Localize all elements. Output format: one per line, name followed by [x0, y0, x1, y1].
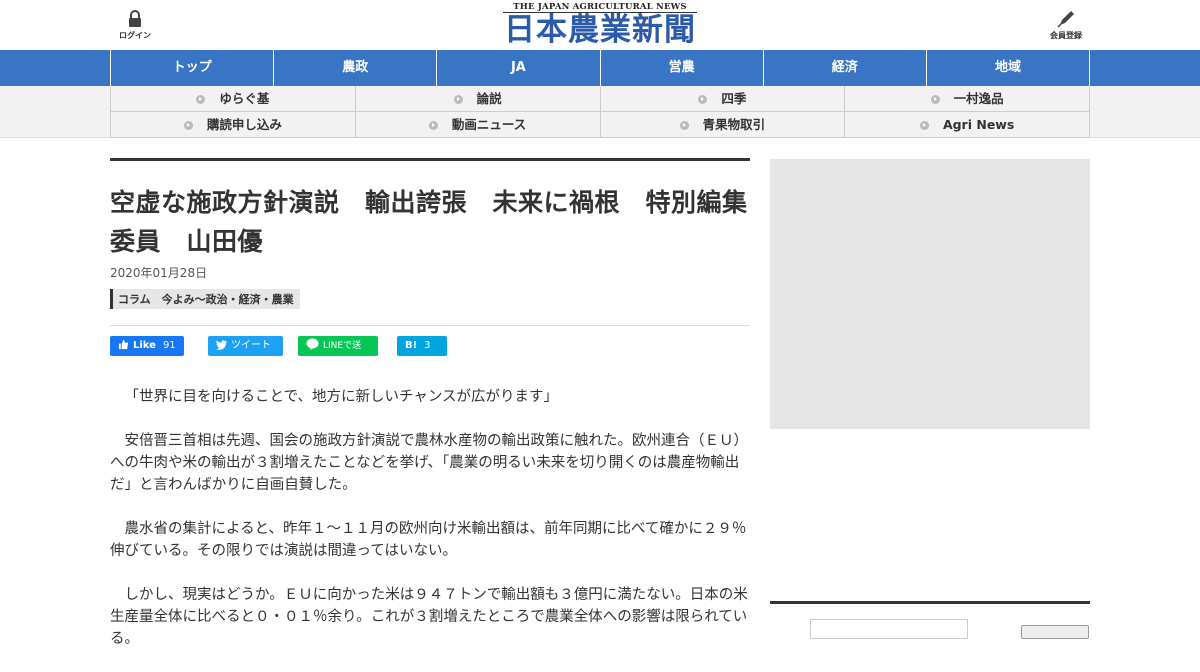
line-icon	[306, 338, 319, 350]
arrow-circle-icon	[679, 121, 689, 130]
hatena-count: 3	[424, 340, 431, 351]
subnav-item[interactable]: ゆらぐ基	[111, 86, 356, 112]
nav-item-region[interactable]: 地域	[927, 50, 1091, 86]
article-paragraph: 「世界に目を向けることで、地方に新しいチャンスが広がります」	[124, 389, 559, 405]
article: 空虚な施政方針演説 輸出誇張 未来に禍根 特別編集委員 山田優 2020年01月…	[110, 158, 750, 672]
subnav-item[interactable]: 動画ニュース	[355, 112, 601, 138]
subnav-item[interactable]: 購読申し込み	[111, 112, 356, 138]
subnav-label: 青果物取引	[702, 117, 766, 132]
sub-nav: ゆらぐ基 論説 四季 一村逸品 購読申し込み 動画ニュース 青果物取引 Agri…	[0, 86, 1200, 138]
pen-icon	[1057, 11, 1074, 28]
subnav-item[interactable]: 論説	[355, 86, 601, 112]
site-logo[interactable]: THE JAPAN AGRICULTURAL NEWS 日本農業新聞	[503, 2, 697, 48]
share-buttons: Like 91 ツイート LINEで送る B! 3	[110, 336, 750, 371]
nav-item-policy[interactable]: 農政	[274, 50, 438, 86]
main-nav: トップ 農政 JA 営農 経済 地域	[0, 50, 1200, 86]
lock-icon	[129, 10, 141, 27]
logo-subtitle: THE JAPAN AGRICULTURAL NEWS	[513, 2, 687, 12]
article-paragraph: 安倍晋三首相は先週、国会の施政方針演説で農林水産物の輸出政策に触れた。欧州連合（…	[110, 433, 748, 493]
subnav-item[interactable]: Agri News	[845, 112, 1090, 138]
arrow-circle-icon	[453, 95, 463, 104]
sidebar-search-input[interactable]	[810, 619, 968, 639]
hatena-bookmark-button[interactable]: B! 3	[397, 336, 447, 356]
subnav-label: 一村逸品	[953, 91, 1004, 106]
twitter-bird-icon	[216, 340, 227, 350]
subnav-label: 論説	[476, 91, 502, 106]
category-tag[interactable]: コラム 今よみ～政治・経済・農業	[110, 289, 300, 309]
login-button[interactable]: ログイン	[110, 10, 160, 41]
register-button[interactable]: 会員登録	[1041, 10, 1091, 41]
subnav-label: 動画ニュース	[451, 117, 527, 132]
facebook-like-button[interactable]: Like 91	[110, 336, 184, 356]
arrow-circle-icon	[428, 121, 438, 130]
article-paragraph: 農水省の集計によると、昨年１～１１月の欧州向け米輸出額は、前年同期に比べて確かに…	[110, 521, 747, 559]
arrow-circle-icon	[919, 121, 929, 130]
site-header: ログイン THE JAPAN AGRICULTURAL NEWS 日本農業新聞 …	[0, 0, 1200, 50]
subnav-label: ゆらぐ基	[219, 91, 270, 106]
arrow-circle-icon	[196, 95, 206, 104]
article-paragraph: しかし、現実はどうか。ＥＵに向かった米は９４７トンで輸出額も３億円に満たない。日…	[110, 587, 748, 647]
sidebar-divider	[770, 601, 1090, 604]
subnav-label: 四季	[721, 91, 747, 106]
nav-item-top[interactable]: トップ	[111, 50, 275, 86]
subnav-label: 購読申し込み	[206, 117, 282, 132]
thumbs-up-icon	[118, 339, 129, 350]
article-body: 「世界に目を向けることで、地方に新しいチャンスが広がります」 安倍晋三首相は先週…	[110, 386, 750, 650]
arrow-circle-icon	[698, 95, 708, 104]
nav-item-ja[interactable]: JA	[437, 50, 601, 86]
facebook-like-label: Like	[133, 340, 156, 351]
nav-item-economy[interactable]: 経済	[764, 50, 927, 86]
article-title: 空虚な施政方針演説 輸出誇張 未来に禍根 特別編集委員 山田優	[110, 188, 748, 256]
hatena-label: B!	[405, 340, 418, 351]
subnav-item[interactable]: 一村逸品	[845, 86, 1090, 112]
facebook-like-count: 91	[162, 340, 176, 351]
nav-item-farming[interactable]: 営農	[601, 50, 764, 86]
arrow-circle-icon	[183, 121, 193, 130]
sidebar-search-button[interactable]	[1021, 625, 1089, 639]
tweet-label: ツイート	[231, 340, 271, 351]
subnav-item[interactable]: 四季	[600, 86, 846, 112]
divider	[110, 325, 750, 326]
line-share-button[interactable]: LINEで送る	[298, 336, 378, 371]
subnav-item[interactable]: 青果物取引	[600, 112, 846, 138]
arrow-circle-icon	[930, 95, 940, 104]
article-date: 2020年01月28日	[110, 266, 208, 280]
logo-title: 日本農業新聞	[503, 12, 697, 48]
subnav-label: Agri News	[942, 117, 1015, 132]
sidebar-ad[interactable]	[770, 159, 1090, 429]
register-label: 会員登録	[1050, 31, 1082, 40]
tweet-button[interactable]: ツイート	[208, 336, 283, 356]
login-label: ログイン	[119, 31, 151, 40]
